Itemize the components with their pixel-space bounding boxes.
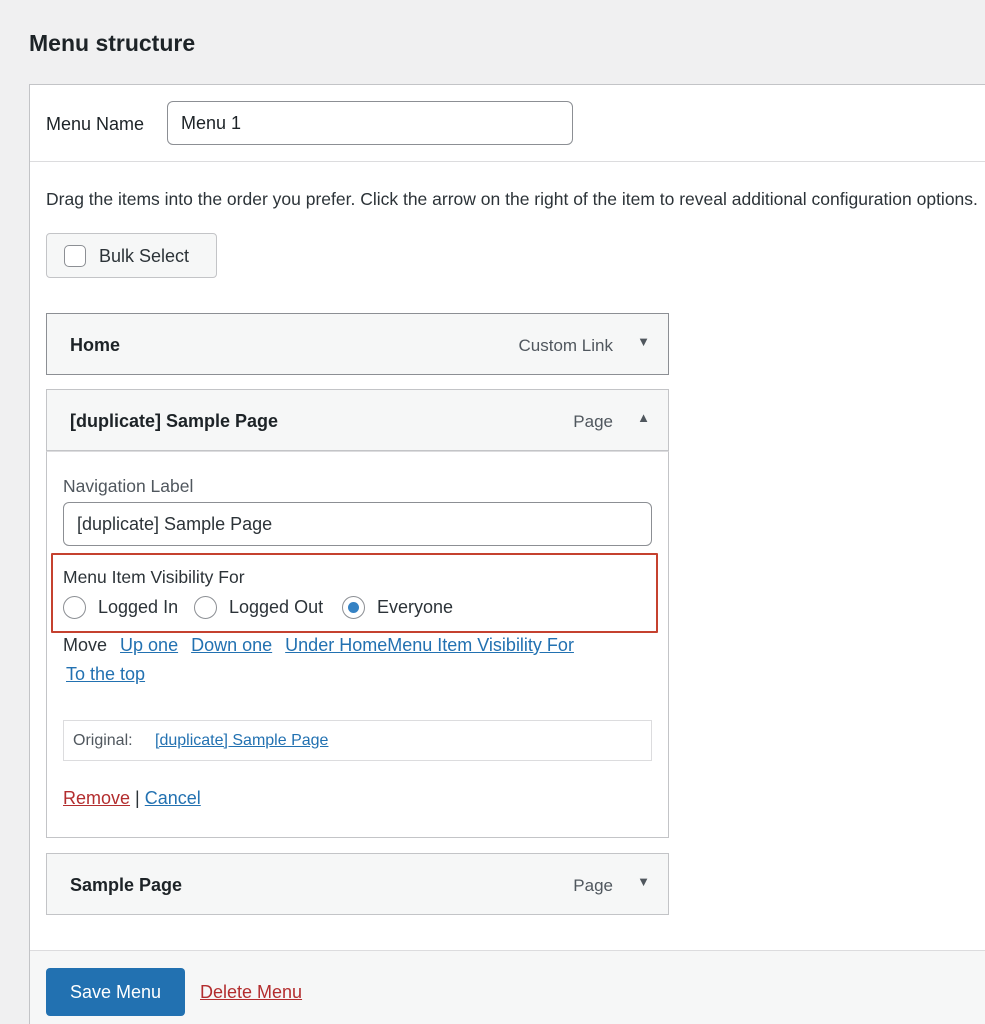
visibility-options: Menu Item Visibility For Logged In Logge… [51,553,658,633]
original-label: Original: [73,732,133,749]
chevron-down-icon[interactable]: ▼ [637,874,650,889]
chevron-down-icon[interactable]: ▼ [637,334,650,349]
menu-item-type: Page [573,876,613,895]
radio-label-everyone: Everyone [377,597,454,617]
bulk-select-button[interactable]: Bulk Select [46,233,217,278]
navigation-label-input[interactable] [63,502,652,546]
menu-item-type: Page [573,412,613,431]
move-under-home-link[interactable]: Under HomeMenu Item Visibility For [285,635,574,655]
save-menu-button[interactable]: Save Menu [46,968,185,1016]
radio-everyone[interactable] [342,596,365,619]
radio-logged-out[interactable] [194,596,217,619]
instructions-text: Drag the items into the order you prefer… [46,189,978,209]
move-label: Move [63,635,108,655]
delete-menu-link[interactable]: Delete Menu [200,982,302,1003]
cancel-link[interactable]: Cancel [145,788,201,808]
visibility-title: Menu Item Visibility For [63,567,245,587]
actions-separator: | [135,788,140,808]
radio-label-logged-out: Logged Out [229,597,324,617]
menu-name-label: Menu Name [46,114,145,134]
item-actions: Remove | Cancel [63,788,201,809]
menu-name-row: Menu Name [30,85,985,162]
menu-item-title: Home [70,335,121,355]
menu-item-title: [duplicate] Sample Page [70,411,279,431]
radio-label-logged-in: Logged In [98,597,179,617]
original-link[interactable]: [duplicate] Sample Page [155,732,328,750]
menu-item-type: Custom Link [518,336,613,355]
menu-item-home[interactable]: Home Custom Link ▼ [46,313,669,375]
radio-logged-in[interactable] [63,596,86,619]
menu-item-duplicate-sample-page[interactable]: [duplicate] Sample Page Page ▲ [46,389,669,451]
menu-footer: Save Menu Delete Menu [30,950,985,1024]
navigation-label-title: Navigation Label [63,476,194,496]
page-title: Menu structure [29,30,196,56]
bulk-select-checkbox[interactable] [64,245,86,267]
menu-item-settings: Navigation Label Menu Item Visibility Fo… [46,451,669,838]
move-to-top-link[interactable]: To the top [66,664,145,685]
menu-management-panel: Menu Name Drag the items into the order … [29,84,985,1024]
menu-item-sample-page[interactable]: Sample Page Page ▼ [46,853,669,915]
move-down-one-link[interactable]: Down one [191,635,272,655]
bulk-select-label: Bulk Select [99,246,190,266]
move-up-one-link[interactable]: Up one [120,635,178,655]
move-row: Move Up one Down one Under HomeMenu Item… [63,635,574,656]
menu-name-input[interactable] [167,101,573,145]
remove-link[interactable]: Remove [63,788,130,808]
chevron-up-icon[interactable]: ▲ [637,410,650,425]
original-box: Original: [duplicate] Sample Page [63,720,652,761]
menu-item-title: Sample Page [70,875,183,895]
